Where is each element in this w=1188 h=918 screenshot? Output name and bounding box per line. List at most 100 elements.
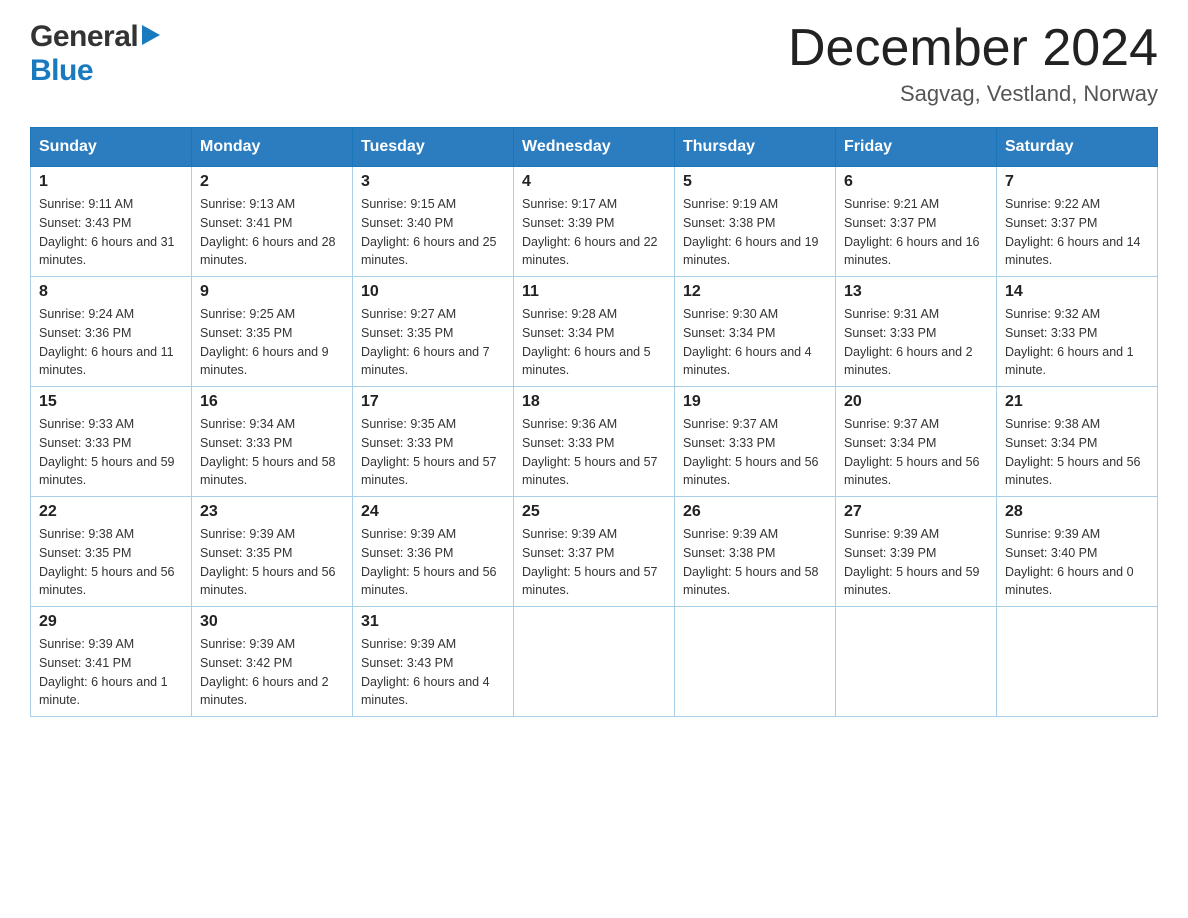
title-section: December 2024 Sagvag, Vestland, Norway [788, 20, 1158, 107]
day-number: 1 [39, 173, 183, 191]
location-title: Sagvag, Vestland, Norway [788, 81, 1158, 107]
table-row: 26 Sunrise: 9:39 AM Sunset: 3:38 PM Dayl… [675, 497, 836, 607]
table-row: 7 Sunrise: 9:22 AM Sunset: 3:37 PM Dayli… [997, 167, 1158, 277]
logo-blue-text: Blue [30, 54, 93, 88]
day-info: Sunrise: 9:33 AM Sunset: 3:33 PM Dayligh… [39, 415, 183, 490]
day-info: Sunrise: 9:13 AM Sunset: 3:41 PM Dayligh… [200, 195, 344, 270]
day-info: Sunrise: 9:39 AM Sunset: 3:42 PM Dayligh… [200, 635, 344, 710]
table-row: 31 Sunrise: 9:39 AM Sunset: 3:43 PM Dayl… [353, 607, 514, 717]
table-row: 24 Sunrise: 9:39 AM Sunset: 3:36 PM Dayl… [353, 497, 514, 607]
day-number: 7 [1005, 173, 1149, 191]
logo: General Blue [30, 20, 162, 88]
day-info: Sunrise: 9:21 AM Sunset: 3:37 PM Dayligh… [844, 195, 988, 270]
day-number: 5 [683, 173, 827, 191]
table-row [514, 607, 675, 717]
header-sunday: Sunday [31, 128, 192, 167]
table-row: 10 Sunrise: 9:27 AM Sunset: 3:35 PM Dayl… [353, 277, 514, 387]
day-number: 3 [361, 173, 505, 191]
day-number: 30 [200, 613, 344, 631]
day-number: 24 [361, 503, 505, 521]
table-row: 29 Sunrise: 9:39 AM Sunset: 3:41 PM Dayl… [31, 607, 192, 717]
day-number: 19 [683, 393, 827, 411]
day-number: 8 [39, 283, 183, 301]
day-number: 18 [522, 393, 666, 411]
day-info: Sunrise: 9:19 AM Sunset: 3:38 PM Dayligh… [683, 195, 827, 270]
calendar-week-row: 15 Sunrise: 9:33 AM Sunset: 3:33 PM Dayl… [31, 387, 1158, 497]
day-number: 26 [683, 503, 827, 521]
table-row: 28 Sunrise: 9:39 AM Sunset: 3:40 PM Dayl… [997, 497, 1158, 607]
calendar-week-row: 8 Sunrise: 9:24 AM Sunset: 3:36 PM Dayli… [31, 277, 1158, 387]
header-thursday: Thursday [675, 128, 836, 167]
day-info: Sunrise: 9:39 AM Sunset: 3:36 PM Dayligh… [361, 525, 505, 600]
day-info: Sunrise: 9:39 AM Sunset: 3:43 PM Dayligh… [361, 635, 505, 710]
day-info: Sunrise: 9:39 AM Sunset: 3:40 PM Dayligh… [1005, 525, 1149, 600]
day-number: 21 [1005, 393, 1149, 411]
table-row: 20 Sunrise: 9:37 AM Sunset: 3:34 PM Dayl… [836, 387, 997, 497]
table-row: 14 Sunrise: 9:32 AM Sunset: 3:33 PM Dayl… [997, 277, 1158, 387]
day-number: 25 [522, 503, 666, 521]
day-number: 27 [844, 503, 988, 521]
day-number: 13 [844, 283, 988, 301]
table-row: 9 Sunrise: 9:25 AM Sunset: 3:35 PM Dayli… [192, 277, 353, 387]
day-number: 12 [683, 283, 827, 301]
table-row: 12 Sunrise: 9:30 AM Sunset: 3:34 PM Dayl… [675, 277, 836, 387]
table-row: 11 Sunrise: 9:28 AM Sunset: 3:34 PM Dayl… [514, 277, 675, 387]
day-info: Sunrise: 9:37 AM Sunset: 3:33 PM Dayligh… [683, 415, 827, 490]
day-number: 28 [1005, 503, 1149, 521]
calendar-week-row: 1 Sunrise: 9:11 AM Sunset: 3:43 PM Dayli… [31, 167, 1158, 277]
day-number: 14 [1005, 283, 1149, 301]
month-title: December 2024 [788, 20, 1158, 77]
day-info: Sunrise: 9:32 AM Sunset: 3:33 PM Dayligh… [1005, 305, 1149, 380]
calendar-header-row: Sunday Monday Tuesday Wednesday Thursday… [31, 128, 1158, 167]
table-row: 8 Sunrise: 9:24 AM Sunset: 3:36 PM Dayli… [31, 277, 192, 387]
table-row: 13 Sunrise: 9:31 AM Sunset: 3:33 PM Dayl… [836, 277, 997, 387]
table-row: 2 Sunrise: 9:13 AM Sunset: 3:41 PM Dayli… [192, 167, 353, 277]
day-info: Sunrise: 9:39 AM Sunset: 3:41 PM Dayligh… [39, 635, 183, 710]
table-row: 25 Sunrise: 9:39 AM Sunset: 3:37 PM Dayl… [514, 497, 675, 607]
day-info: Sunrise: 9:11 AM Sunset: 3:43 PM Dayligh… [39, 195, 183, 270]
header-tuesday: Tuesday [353, 128, 514, 167]
table-row: 16 Sunrise: 9:34 AM Sunset: 3:33 PM Dayl… [192, 387, 353, 497]
calendar-week-row: 22 Sunrise: 9:38 AM Sunset: 3:35 PM Dayl… [31, 497, 1158, 607]
day-number: 29 [39, 613, 183, 631]
logo-arrow-icon [140, 21, 162, 49]
day-info: Sunrise: 9:28 AM Sunset: 3:34 PM Dayligh… [522, 305, 666, 380]
table-row: 23 Sunrise: 9:39 AM Sunset: 3:35 PM Dayl… [192, 497, 353, 607]
day-number: 4 [522, 173, 666, 191]
table-row [997, 607, 1158, 717]
day-info: Sunrise: 9:25 AM Sunset: 3:35 PM Dayligh… [200, 305, 344, 380]
day-number: 23 [200, 503, 344, 521]
day-info: Sunrise: 9:22 AM Sunset: 3:37 PM Dayligh… [1005, 195, 1149, 270]
day-number: 22 [39, 503, 183, 521]
header-wednesday: Wednesday [514, 128, 675, 167]
day-number: 15 [39, 393, 183, 411]
day-info: Sunrise: 9:38 AM Sunset: 3:34 PM Dayligh… [1005, 415, 1149, 490]
day-number: 11 [522, 283, 666, 301]
day-info: Sunrise: 9:15 AM Sunset: 3:40 PM Dayligh… [361, 195, 505, 270]
day-info: Sunrise: 9:30 AM Sunset: 3:34 PM Dayligh… [683, 305, 827, 380]
day-number: 10 [361, 283, 505, 301]
table-row: 30 Sunrise: 9:39 AM Sunset: 3:42 PM Dayl… [192, 607, 353, 717]
table-row: 4 Sunrise: 9:17 AM Sunset: 3:39 PM Dayli… [514, 167, 675, 277]
calendar-week-row: 29 Sunrise: 9:39 AM Sunset: 3:41 PM Dayl… [31, 607, 1158, 717]
table-row: 21 Sunrise: 9:38 AM Sunset: 3:34 PM Dayl… [997, 387, 1158, 497]
day-number: 6 [844, 173, 988, 191]
table-row: 27 Sunrise: 9:39 AM Sunset: 3:39 PM Dayl… [836, 497, 997, 607]
table-row: 6 Sunrise: 9:21 AM Sunset: 3:37 PM Dayli… [836, 167, 997, 277]
table-row: 19 Sunrise: 9:37 AM Sunset: 3:33 PM Dayl… [675, 387, 836, 497]
table-row [675, 607, 836, 717]
table-row: 17 Sunrise: 9:35 AM Sunset: 3:33 PM Dayl… [353, 387, 514, 497]
day-info: Sunrise: 9:34 AM Sunset: 3:33 PM Dayligh… [200, 415, 344, 490]
table-row: 18 Sunrise: 9:36 AM Sunset: 3:33 PM Dayl… [514, 387, 675, 497]
logo-general-text: General [30, 20, 138, 54]
header-monday: Monday [192, 128, 353, 167]
day-info: Sunrise: 9:39 AM Sunset: 3:35 PM Dayligh… [200, 525, 344, 600]
table-row [836, 607, 997, 717]
day-number: 9 [200, 283, 344, 301]
day-info: Sunrise: 9:39 AM Sunset: 3:39 PM Dayligh… [844, 525, 988, 600]
day-info: Sunrise: 9:31 AM Sunset: 3:33 PM Dayligh… [844, 305, 988, 380]
day-info: Sunrise: 9:39 AM Sunset: 3:37 PM Dayligh… [522, 525, 666, 600]
table-row: 1 Sunrise: 9:11 AM Sunset: 3:43 PM Dayli… [31, 167, 192, 277]
day-number: 16 [200, 393, 344, 411]
day-info: Sunrise: 9:35 AM Sunset: 3:33 PM Dayligh… [361, 415, 505, 490]
